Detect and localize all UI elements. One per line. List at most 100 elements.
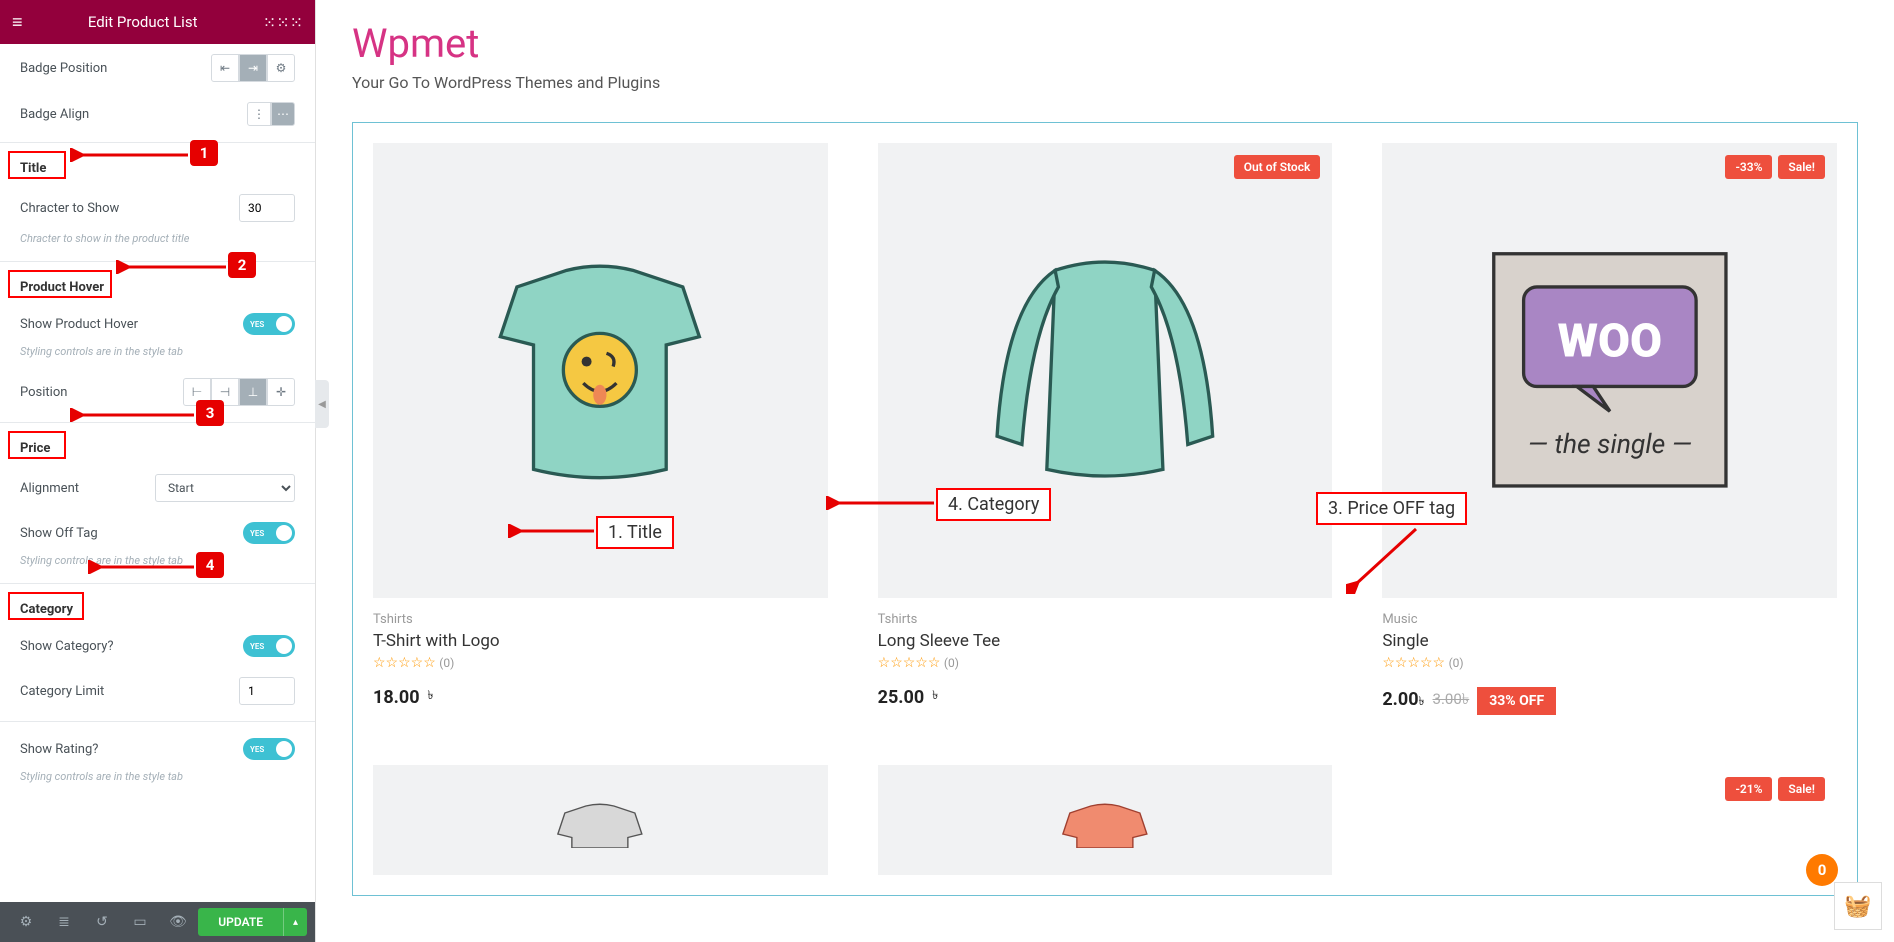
badge-align-control: Badge Align ⋮ ⋯: [0, 92, 315, 136]
product-price: 2.00৳ 3.00৳ 33% OFF: [1382, 687, 1837, 715]
out-of-stock-badge: Out of Stock: [1234, 155, 1321, 179]
badge-align-horizontal[interactable]: ⋯: [271, 102, 295, 126]
cart-count-badge[interactable]: 0: [1806, 854, 1838, 886]
annotation-number-1: 1: [190, 140, 218, 166]
discount-badge: -33%: [1725, 155, 1772, 179]
badge-align-label: Badge Align: [20, 107, 89, 122]
product-category[interactable]: Tshirts: [878, 612, 1333, 627]
annotation-priceoff-label: 3. Price OFF tag: [1316, 492, 1467, 525]
show-product-hover-label: Show Product Hover: [20, 317, 138, 332]
badge-align-group: ⋮ ⋯: [247, 102, 295, 126]
product-rating: ☆☆☆☆☆ (0): [373, 655, 828, 671]
show-rating-control: Show Rating? YES: [0, 728, 315, 770]
product-card: -21% Sale!: [1382, 765, 1837, 875]
preview-icon[interactable]: 👁: [160, 906, 196, 938]
badge-position-label: Badge Position: [20, 61, 107, 76]
product-category[interactable]: Music: [1382, 612, 1837, 627]
product-image[interactable]: -33% Sale! WOO — the single —: [1382, 143, 1837, 598]
rating-help-text: Styling controls are in the style tab: [0, 770, 315, 793]
chracter-help-text: Chracter to show in the product title: [0, 232, 315, 255]
pos-center[interactable]: ✛: [267, 378, 295, 406]
responsive-icon[interactable]: ▭: [122, 906, 158, 938]
alignment-label: Alignment: [20, 481, 79, 496]
chracter-to-show-control: Chracter to Show: [0, 184, 315, 232]
hover-help-text: Styling controls are in the style tab: [0, 345, 315, 368]
product-title[interactable]: Long Sleeve Tee: [878, 631, 1333, 651]
annotation-number-3: 3: [196, 400, 224, 426]
discount-badge: -21%: [1725, 777, 1772, 801]
show-category-label: Show Category?: [20, 639, 114, 654]
position-control: Position ⊢ ⊣ ⊥ ✛: [0, 368, 315, 416]
show-off-tag-control: Show Off Tag YES: [0, 512, 315, 554]
product-card: Out of Stock Tshirts Long Sleeve Tee ☆☆☆…: [878, 143, 1333, 715]
badge-align-vertical[interactable]: ⋮: [247, 102, 271, 126]
old-price: 3.00৳: [1433, 688, 1470, 713]
product-title[interactable]: Single: [1382, 631, 1837, 651]
navigator-icon[interactable]: ≣: [46, 906, 82, 938]
update-button[interactable]: UPDATE: [198, 908, 283, 936]
annotation-number-4: 4: [196, 552, 224, 578]
badge-pos-left[interactable]: ⇤: [211, 54, 239, 82]
editor-sidebar: ≡ Edit Product List ⁙⁙⁙ Badge Position ⇤…: [0, 0, 316, 942]
sidebar-footer: ⚙ ≣ ↺ ▭ 👁 UPDATE ▴: [0, 902, 315, 942]
product-card: -33% Sale! WOO — the single — Music: [1382, 143, 1837, 715]
offtag-help-text: Styling controls are in the style tab: [0, 554, 315, 577]
product-price: 25.00৳: [878, 687, 1333, 708]
product-title[interactable]: T-Shirt with Logo: [373, 631, 828, 651]
show-rating-label: Show Rating?: [20, 742, 98, 757]
alignment-select[interactable]: Start: [155, 474, 295, 502]
badge-pos-right[interactable]: ⇥: [239, 54, 267, 82]
badge-position-group: ⇤ ⇥ ⚙: [211, 54, 295, 82]
show-product-hover-toggle[interactable]: YES: [243, 313, 295, 335]
page-title: Wpmet: [352, 20, 1858, 67]
show-category-toggle[interactable]: YES: [243, 635, 295, 657]
product-rating: ☆☆☆☆☆ (0): [1382, 655, 1837, 671]
show-rating-toggle[interactable]: YES: [243, 738, 295, 760]
chracter-to-show-label: Chracter to Show: [20, 201, 119, 216]
menu-icon[interactable]: ≡: [12, 12, 23, 33]
sidebar-title: Edit Product List: [88, 13, 198, 31]
product-hover-section-header: Product Hover: [0, 268, 315, 303]
chracter-to-show-input[interactable]: [239, 194, 295, 222]
sidebar-body: Badge Position ⇤ ⇥ ⚙ Badge Align ⋮ ⋯ Tit: [0, 44, 315, 902]
category-section-header: Category: [0, 590, 315, 625]
product-image[interactable]: [878, 765, 1333, 875]
product-image[interactable]: Out of Stock: [878, 143, 1333, 598]
category-limit-input[interactable]: [239, 677, 295, 705]
products-grid: Tshirts T-Shirt with Logo ☆☆☆☆☆ (0) 18.0…: [373, 143, 1837, 875]
sale-badge: Sale!: [1778, 777, 1825, 801]
cart-icon[interactable]: 🧺: [1834, 882, 1882, 930]
product-card: [373, 765, 828, 875]
show-off-tag-toggle[interactable]: YES: [243, 522, 295, 544]
apps-grid-icon[interactable]: ⁙⁙⁙: [263, 13, 303, 32]
price-off-tag: 33% OFF: [1477, 687, 1556, 715]
alignment-control: Alignment Start: [0, 464, 315, 512]
preview-area: Wpmet Your Go To WordPress Themes and Pl…: [316, 0, 1894, 942]
product-card: [878, 765, 1333, 875]
show-off-tag-label: Show Off Tag: [20, 526, 98, 541]
product-card: Tshirts T-Shirt with Logo ☆☆☆☆☆ (0) 18.0…: [373, 143, 828, 715]
position-label: Position: [20, 385, 67, 400]
update-caret-button[interactable]: ▴: [283, 908, 307, 936]
annotation-category-label: 4. Category: [936, 488, 1051, 521]
product-image[interactable]: [373, 765, 828, 875]
product-image[interactable]: -21% Sale!: [1382, 765, 1837, 875]
title-section-header: Title: [0, 149, 315, 184]
page-subtitle: Your Go To WordPress Themes and Plugins: [352, 73, 1858, 92]
show-product-hover-control: Show Product Hover YES: [0, 303, 315, 345]
category-limit-label: Category Limit: [20, 684, 104, 699]
price-section-header: Price: [0, 429, 315, 464]
svg-text:— the single —: — the single —: [1528, 429, 1692, 460]
annotation-title-label: 1. Title: [596, 516, 674, 549]
history-icon[interactable]: ↺: [84, 906, 120, 938]
show-category-control: Show Category? YES: [0, 625, 315, 667]
category-limit-control: Category Limit: [0, 667, 315, 715]
svg-text:WOO: WOO: [1557, 315, 1661, 369]
sale-badge: Sale!: [1778, 155, 1825, 179]
product-rating: ☆☆☆☆☆ (0): [878, 655, 1333, 671]
pos-bottom[interactable]: ⊥: [239, 378, 267, 406]
badge-pos-settings[interactable]: ⚙: [267, 54, 295, 82]
sidebar-header: ≡ Edit Product List ⁙⁙⁙: [0, 0, 315, 44]
settings-icon[interactable]: ⚙: [8, 906, 44, 938]
product-category[interactable]: Tshirts: [373, 612, 828, 627]
